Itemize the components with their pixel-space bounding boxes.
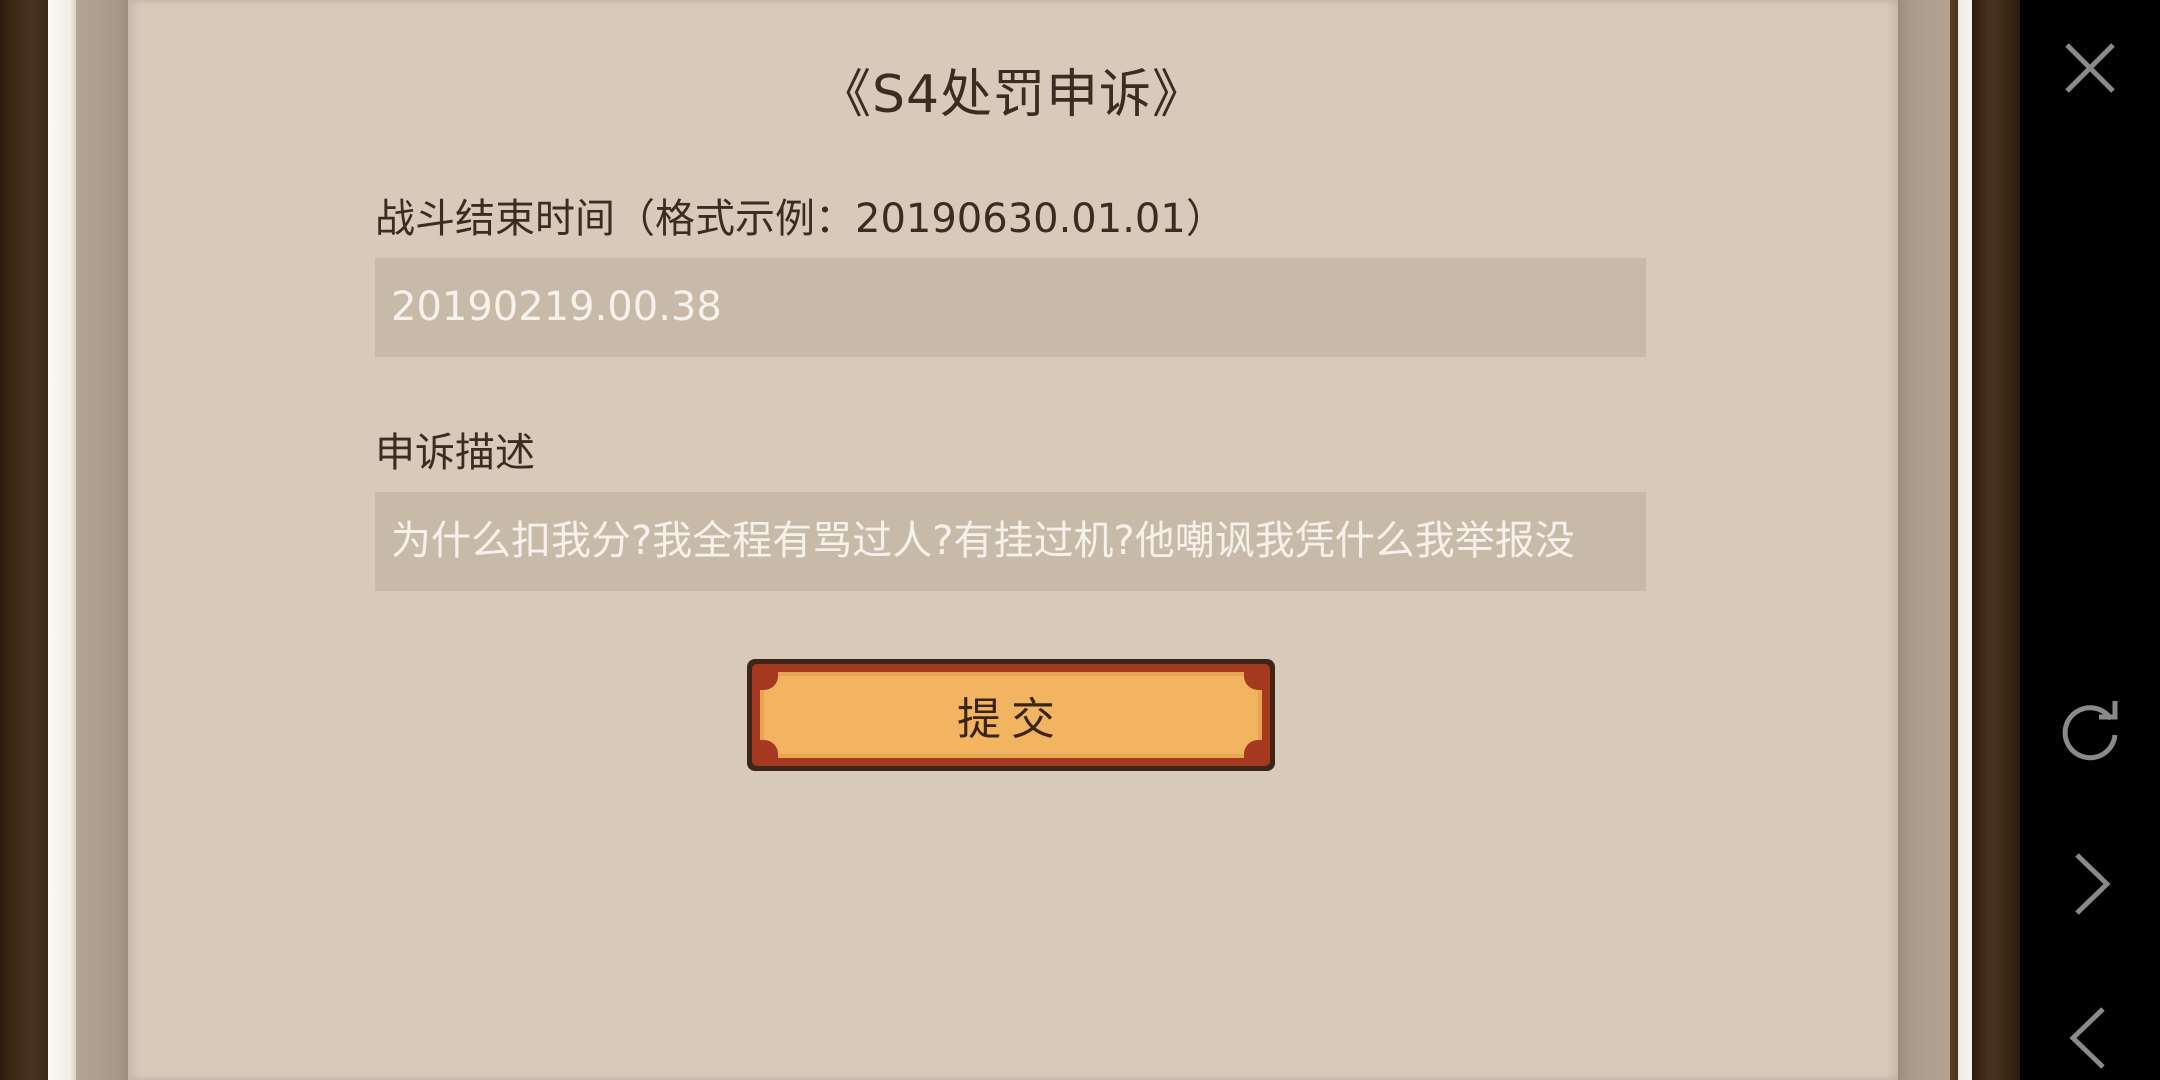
forward-button[interactable]	[2020, 824, 2160, 944]
frame-inner-left	[76, 0, 128, 1080]
dialog-title: 《S4处罚申诉》	[818, 65, 1206, 125]
close-button[interactable]	[2020, 8, 2160, 128]
submit-button-label: 提交	[760, 672, 1262, 758]
submit-button-border: 提交	[752, 664, 1270, 766]
chevron-left-icon	[2069, 1007, 2105, 1069]
wood-frame-right	[1972, 0, 2020, 1080]
chevron-right-icon	[2075, 853, 2111, 915]
appeal-description-input[interactable]: 为什么扣我分?我全程有骂过人?有挂过机?他嘲讽我凭什么我举报没	[375, 492, 1646, 591]
back-button[interactable]	[2020, 978, 2160, 1080]
refresh-icon	[2062, 701, 2118, 761]
submit-button[interactable]: 提交	[747, 659, 1275, 771]
battle-end-time-label: 战斗结束时间（格式示例：20190630.01.01）	[375, 196, 1226, 242]
frame-inner-right	[1898, 0, 1950, 1080]
appeal-description-label: 申诉描述	[375, 430, 535, 476]
refresh-button[interactable]	[2020, 670, 2160, 790]
browser-side-navbar	[2020, 0, 2160, 1080]
frame-highlight-left	[48, 0, 76, 1080]
button-corner-ornament	[1244, 740, 1266, 762]
close-icon	[2065, 43, 2115, 93]
screen: 《S4处罚申诉》 战斗结束时间（格式示例：20190630.01.01） 201…	[0, 0, 2160, 1080]
battle-end-time-input[interactable]: 20190219.00.38	[375, 258, 1646, 357]
